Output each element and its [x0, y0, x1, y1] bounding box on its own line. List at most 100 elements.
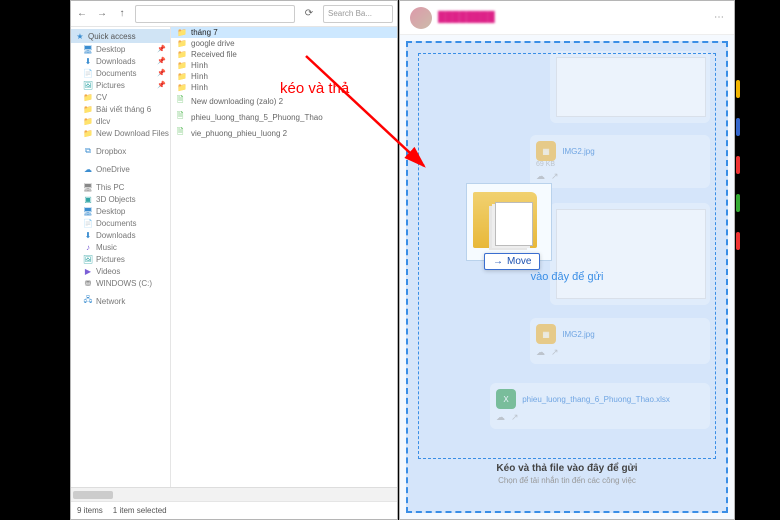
nav-back-button[interactable]: ←: [75, 7, 89, 21]
file-icon: 📁: [177, 39, 187, 48]
sidebar-this-pc[interactable]: 🖥 This PC: [71, 181, 170, 193]
folder-icon: 📁: [83, 116, 93, 126]
file-row[interactable]: 📁 tháng 7: [171, 27, 397, 38]
folder-icon: 📁: [83, 128, 93, 138]
sidebar-item[interactable]: 🖥Desktop📌: [71, 43, 170, 55]
file-row[interactable]: 📁 Hình: [171, 71, 397, 82]
quick-access-label: Quick access: [88, 32, 136, 41]
file-icon: 🗎: [177, 110, 187, 124]
explorer-sidebar: ★ Quick access 🖥Desktop📌⬇Downloads📌📄Docu…: [71, 27, 171, 487]
folder-icon: 🖥: [83, 44, 93, 54]
file-icon: 📁: [177, 50, 187, 59]
pin-icon: 📌: [157, 81, 166, 89]
folder-icon: ⬇: [83, 56, 93, 66]
chat-window: ████████ ⋯ ▦ IMG2.jpg 69 KB ☁↗ ▦ IMG2.jp…: [399, 0, 735, 520]
status-selection: 1 item selected: [113, 506, 167, 515]
file-row[interactable]: 📁 Hình: [171, 60, 397, 71]
sidebar-item[interactable]: ⛃WINDOWS (C:): [71, 277, 170, 289]
file-name: Hình: [191, 61, 208, 70]
file-name: tháng 7: [191, 28, 218, 37]
file-explorer-window: ← → ↑ ⟳ Search Ba... ★ Quick access 🖥Des…: [70, 0, 398, 520]
drop-footer-title: Kéo và thả file vào đây để gửi: [418, 463, 716, 474]
folder-icon: 📄: [83, 68, 93, 78]
sidebar-network[interactable]: 🖧 Network: [71, 295, 170, 307]
file-name: Hình: [191, 72, 208, 81]
file-name: vie_phuong_phieu_luong 2: [191, 129, 287, 138]
file-icon: 🗎: [177, 94, 187, 108]
sidebar-item[interactable]: 📄Documents📌: [71, 67, 170, 79]
sidebar-item[interactable]: 📄Documents: [71, 217, 170, 229]
sidebar-quick-access[interactable]: ★ Quick access: [71, 29, 170, 43]
explorer-status-bar: 9 items 1 item selected: [71, 501, 397, 519]
sidebar-item[interactable]: ▶Videos: [71, 265, 170, 277]
pin-icon: 📌: [157, 69, 166, 77]
dropbox-icon: ⧉: [83, 146, 93, 156]
drive-icon: 📄: [83, 218, 93, 228]
chat-title: ████████: [438, 12, 495, 23]
sidebar-dropbox[interactable]: ⧉ Dropbox: [71, 145, 170, 157]
file-icon: 📁: [177, 83, 187, 92]
drive-icon: ♪: [83, 242, 93, 252]
sidebar-item[interactable]: ♪Music: [71, 241, 170, 253]
horizontal-scrollbar[interactable]: [71, 487, 397, 501]
sidebar-item[interactable]: 🖼Pictures📌: [71, 79, 170, 91]
file-name: Hình: [191, 83, 208, 92]
drive-icon: ▶: [83, 266, 93, 276]
sidebar-item[interactable]: ▣3D Objects: [71, 193, 170, 205]
file-icon: 📁: [177, 61, 187, 70]
file-name: google drive: [191, 39, 235, 48]
status-item-count: 9 items: [77, 506, 103, 515]
sidebar-item[interactable]: ⬇Downloads: [71, 229, 170, 241]
folder-icon: 📁: [83, 104, 93, 114]
sidebar-item[interactable]: 📁Bài viết tháng 6: [71, 103, 170, 115]
file-icon: 📁: [177, 72, 187, 81]
drive-icon: ⛃: [83, 278, 93, 288]
drop-zone-inner: [418, 53, 716, 459]
search-input[interactable]: Search Ba...: [323, 5, 393, 23]
pin-icon: 📌: [157, 45, 166, 53]
file-row[interactable]: 🗎 phieu_luong_thang_5_Phuong_Thao: [171, 109, 397, 125]
header-action-icon[interactable]: ⋯: [714, 12, 724, 23]
file-row[interactable]: 📁 Received file: [171, 49, 397, 60]
folder-icon: 🖼: [83, 80, 93, 90]
sidebar-item[interactable]: 🖼Pictures: [71, 253, 170, 265]
file-name: phieu_luong_thang_5_Phuong_Thao: [191, 113, 323, 122]
sidebar-item[interactable]: 📁CV: [71, 91, 170, 103]
drive-icon: ⬇: [83, 230, 93, 240]
file-row[interactable]: 📁 Hình: [171, 82, 397, 93]
folder-icon: 📁: [83, 92, 93, 102]
side-color-strip: [736, 80, 740, 380]
pin-icon: 📌: [157, 57, 166, 65]
file-name: Received file: [191, 50, 237, 59]
file-list-pane[interactable]: 📁 tháng 7 📁 google drive 📁 Received file 📁 Hình…: [171, 27, 397, 487]
drop-footer: Kéo và thả file vào đây để gửi Chọn để t…: [418, 463, 716, 505]
star-icon: ★: [75, 31, 85, 41]
network-icon: 🖧: [83, 296, 93, 306]
sidebar-onedrive[interactable]: ☁ OneDrive: [71, 163, 170, 175]
sidebar-item[interactable]: 📁dlcv: [71, 115, 170, 127]
refresh-button[interactable]: ⟳: [301, 8, 317, 19]
pc-icon: 🖥: [83, 182, 93, 192]
nav-forward-button[interactable]: →: [95, 7, 109, 21]
search-placeholder: Search Ba...: [328, 9, 372, 18]
explorer-toolbar: ← → ↑ ⟳ Search Ba...: [71, 1, 397, 27]
drop-zone[interactable]: ▦ IMG2.jpg 69 KB ☁↗ ▦ IMG2.jpg ☁↗ X phie…: [406, 41, 728, 513]
address-bar[interactable]: [135, 5, 295, 23]
sidebar-item[interactable]: ⬇Downloads📌: [71, 55, 170, 67]
cloud-icon: ☁: [83, 164, 93, 174]
file-icon: 🗎: [177, 126, 187, 140]
drive-icon: 🖼: [83, 254, 93, 264]
chat-header: ████████ ⋯: [400, 1, 734, 35]
file-row[interactable]: 🗎 New downloading (zalo) 2: [171, 93, 397, 109]
drive-icon: ▣: [83, 194, 93, 204]
drop-footer-sub: Chọn để tải nhắn tin đến các công việc: [418, 476, 716, 485]
nav-up-button[interactable]: ↑: [115, 7, 129, 21]
file-row[interactable]: 🗎 vie_phuong_phieu_luong 2: [171, 125, 397, 141]
sidebar-item[interactable]: 🖥Desktop: [71, 205, 170, 217]
file-name: New downloading (zalo) 2: [191, 97, 283, 106]
sidebar-item[interactable]: 📁New Download Files: [71, 127, 170, 139]
file-row[interactable]: 📁 google drive: [171, 38, 397, 49]
drive-icon: 🖥: [83, 206, 93, 216]
file-icon: 📁: [177, 28, 187, 37]
avatar[interactable]: [410, 7, 432, 29]
